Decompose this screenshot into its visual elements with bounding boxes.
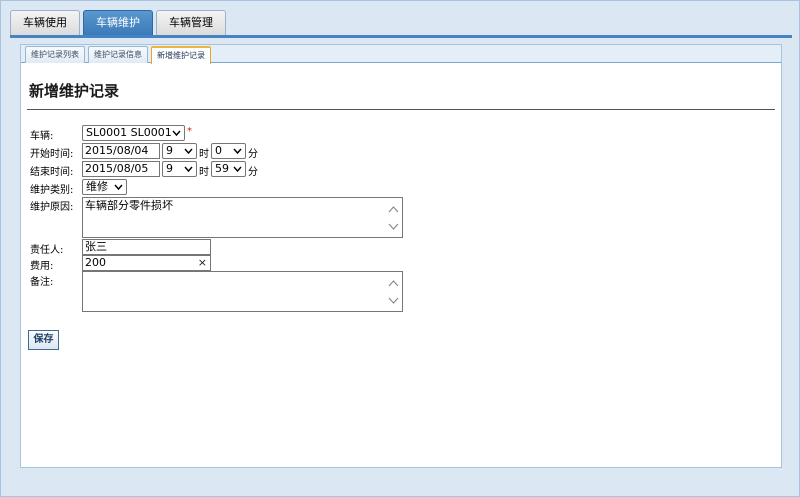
tab-underline	[10, 35, 792, 38]
app-window: 车辆使用 车辆维护 车辆管理 维护记录列表 维护记录信息 新增维护记录 新增维护…	[0, 0, 800, 497]
required-mark: *	[187, 126, 192, 137]
end-date-input[interactable]: 2015/08/05	[82, 161, 160, 177]
end-hour-select[interactable]: 9	[162, 161, 197, 177]
tab-vehicle-management[interactable]: 车辆管理	[156, 10, 226, 35]
cost-label: 费用:	[30, 261, 54, 272]
person-input[interactable]: 张三	[82, 239, 211, 255]
save-button[interactable]: 保存	[28, 330, 59, 350]
minute-unit: 分	[248, 149, 258, 160]
start-hour-value: 9	[166, 144, 173, 157]
clear-icon[interactable]: ×	[198, 256, 207, 270]
cost-value: 200	[85, 256, 106, 269]
hour-unit: 时	[199, 167, 209, 178]
type-select-value: 维修	[86, 180, 108, 193]
start-hour-select[interactable]: 9	[162, 143, 197, 159]
content-panel: 维护记录列表 维护记录信息 新增维护记录 新增维护记录 车辆: SL0001 S…	[20, 44, 782, 468]
title-divider	[27, 109, 775, 110]
person-label: 责任人:	[30, 245, 64, 256]
type-label: 维护类别:	[30, 185, 74, 196]
end-minute-select[interactable]: 59	[211, 161, 246, 177]
subtab-new-record[interactable]: 新增维护记录	[151, 46, 211, 64]
vehicle-label: 车辆:	[30, 131, 54, 142]
chevron-down-icon	[184, 166, 193, 173]
start-minute-value: 0	[215, 144, 222, 157]
vehicle-select-value: SL0001 SL0001	[86, 126, 172, 139]
subtab-record-list[interactable]: 维护记录列表	[25, 46, 85, 63]
chevron-down-icon	[114, 184, 123, 191]
end-minute-value: 59	[215, 162, 229, 175]
minute-unit: 分	[248, 167, 258, 178]
reason-label: 维护原因:	[30, 202, 74, 213]
textarea-scrollbar[interactable]	[386, 273, 401, 310]
scroll-arrows-icon	[388, 206, 399, 230]
top-tab-bar: 车辆使用 车辆维护 车辆管理	[10, 10, 229, 36]
notes-label: 备注:	[30, 277, 54, 288]
start-time-label: 开始时间:	[30, 149, 74, 160]
sub-tab-bar: 维护记录列表 维护记录信息 新增维护记录	[25, 46, 214, 64]
end-hour-value: 9	[166, 162, 173, 175]
start-minute-select[interactable]: 0	[211, 143, 246, 159]
notes-textarea[interactable]	[82, 271, 403, 312]
scroll-arrows-icon	[388, 280, 399, 304]
chevron-down-icon	[172, 130, 181, 137]
type-select[interactable]: 维修	[82, 179, 127, 195]
chevron-down-icon	[233, 166, 242, 173]
vehicle-select[interactable]: SL0001 SL0001	[82, 125, 185, 141]
reason-text: 车辆部分零件损坏	[85, 199, 173, 212]
cost-input[interactable]: 200 ×	[82, 255, 211, 271]
sub-tab-strip: 维护记录列表 维护记录信息 新增维护记录	[21, 45, 781, 64]
chevron-down-icon	[184, 148, 193, 155]
hour-unit: 时	[199, 149, 209, 160]
end-time-label: 结束时间:	[30, 167, 74, 178]
reason-textarea[interactable]: 车辆部分零件损坏	[82, 197, 403, 238]
tab-vehicle-maintenance[interactable]: 车辆维护	[83, 10, 153, 36]
tab-vehicle-usage[interactable]: 车辆使用	[10, 10, 80, 35]
subtab-record-info[interactable]: 维护记录信息	[88, 46, 148, 63]
start-date-input[interactable]: 2015/08/04	[82, 143, 160, 159]
chevron-down-icon	[233, 148, 242, 155]
textarea-scrollbar[interactable]	[386, 199, 401, 236]
page-title: 新增维护记录	[29, 82, 120, 100]
